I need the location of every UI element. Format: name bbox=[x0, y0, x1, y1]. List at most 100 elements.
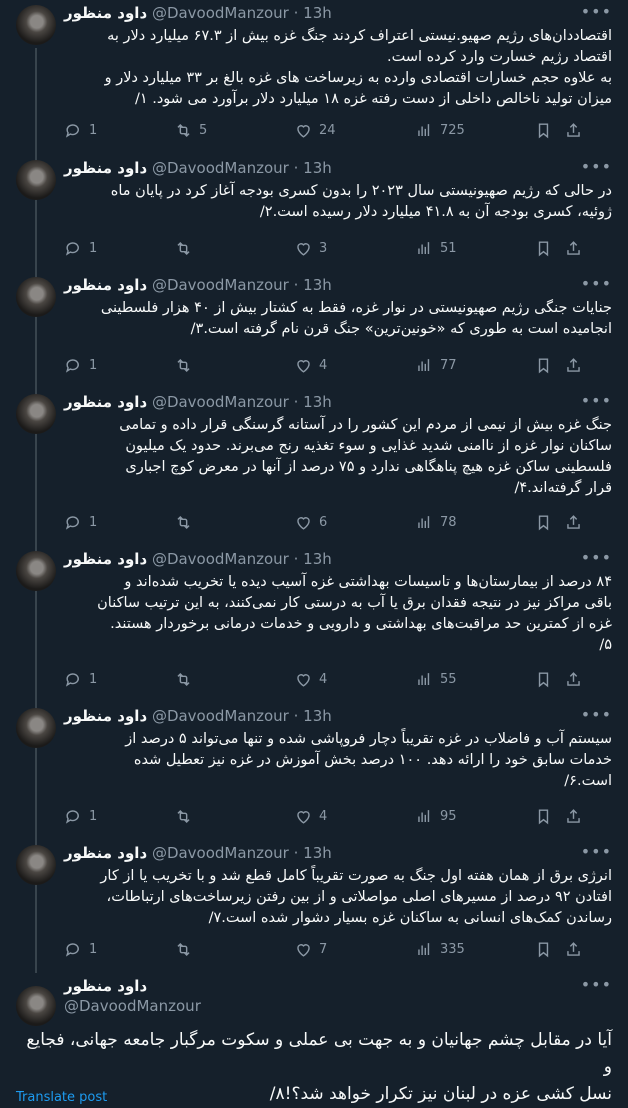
retweet-button[interactable] bbox=[174, 670, 199, 689]
bookmark-button[interactable] bbox=[534, 807, 553, 826]
tweet[interactable]: داود منظور @DavoodManzour · 13h ••• اقتص… bbox=[0, 0, 628, 155]
more-options-icon[interactable]: ••• bbox=[581, 2, 612, 21]
avatar[interactable] bbox=[16, 160, 56, 200]
view-count: 95 bbox=[440, 809, 457, 824]
views-button[interactable]: 77 bbox=[415, 356, 457, 375]
like-count: 4 bbox=[319, 358, 328, 373]
share-button[interactable] bbox=[564, 670, 583, 689]
author-name[interactable]: داود منظور bbox=[64, 159, 147, 177]
timestamp[interactable]: 13h bbox=[303, 276, 332, 294]
timestamp[interactable]: 13h bbox=[303, 159, 332, 177]
tweet[interactable]: داود منظور @DavoodManzour · 13h ••• انرژ… bbox=[0, 840, 628, 973]
avatar[interactable] bbox=[16, 986, 56, 1026]
bookmark-button[interactable] bbox=[534, 940, 553, 959]
timestamp[interactable]: 13h bbox=[303, 707, 332, 725]
like-button[interactable]: 24 bbox=[294, 121, 336, 140]
views-button[interactable]: 335 bbox=[415, 940, 465, 959]
share-button[interactable] bbox=[564, 513, 583, 532]
like-button[interactable]: 3 bbox=[294, 239, 327, 258]
like-button[interactable]: 6 bbox=[294, 513, 327, 532]
author-handle[interactable]: @DavoodManzour bbox=[152, 844, 289, 862]
views-button[interactable]: 95 bbox=[415, 807, 457, 826]
retweet-button[interactable] bbox=[174, 807, 199, 826]
bookmark-button[interactable] bbox=[534, 670, 553, 689]
more-options-icon[interactable]: ••• bbox=[581, 842, 612, 861]
tweet[interactable]: داود منظور @DavoodManzour · 13h ••• در ح… bbox=[0, 155, 628, 272]
author-handle[interactable]: @DavoodManzour bbox=[152, 393, 289, 411]
author-name[interactable]: داود منظور bbox=[64, 977, 201, 995]
author-name[interactable]: داود منظور bbox=[64, 276, 147, 294]
retweet-button[interactable] bbox=[174, 513, 199, 532]
avatar[interactable] bbox=[16, 5, 56, 45]
tweet-text: جنگ غزه بیش از نیمی از مردم این کشور را … bbox=[119, 417, 612, 496]
rt-icon bbox=[177, 942, 190, 957]
rt-icon bbox=[177, 241, 190, 256]
tweet[interactable]: داود منظور @DavoodManzour · 13h ••• جنای… bbox=[0, 272, 628, 389]
share-button[interactable] bbox=[564, 121, 583, 140]
more-options-icon[interactable]: ••• bbox=[581, 975, 612, 994]
timestamp[interactable]: 13h bbox=[303, 393, 332, 411]
avatar[interactable] bbox=[16, 551, 56, 591]
retweet-button[interactable] bbox=[174, 356, 199, 375]
like-icon bbox=[297, 243, 310, 256]
separator-dot: · bbox=[293, 159, 299, 177]
author-handle[interactable]: @DavoodManzour bbox=[152, 276, 289, 294]
final-tweet[interactable]: داود منظور @DavoodManzour ••• آیا در مقا… bbox=[0, 973, 628, 1105]
avatar[interactable] bbox=[16, 394, 56, 434]
avatar[interactable] bbox=[16, 277, 56, 317]
views-button[interactable]: 78 bbox=[415, 513, 457, 532]
share-button[interactable] bbox=[564, 807, 583, 826]
author-handle[interactable]: @DavoodManzour bbox=[152, 159, 289, 177]
views-button[interactable]: 55 bbox=[415, 670, 457, 689]
share-button[interactable] bbox=[564, 940, 583, 959]
timestamp[interactable]: 13h bbox=[303, 4, 332, 22]
tweet[interactable]: داود منظور @DavoodManzour · 13h ••• ۸۴ د… bbox=[0, 546, 628, 703]
like-button[interactable]: 4 bbox=[294, 356, 327, 375]
author-name[interactable]: داود منظور bbox=[64, 707, 147, 725]
reply-button[interactable]: 1 bbox=[64, 356, 97, 375]
avatar[interactable] bbox=[16, 708, 56, 748]
bookmark-button[interactable] bbox=[534, 356, 553, 375]
author-handle[interactable]: @DavoodManzour bbox=[152, 550, 289, 568]
retweet-button[interactable] bbox=[174, 940, 199, 959]
reply-button[interactable]: 1 bbox=[64, 239, 97, 258]
bookmark-button[interactable] bbox=[534, 513, 553, 532]
like-button[interactable]: 7 bbox=[294, 940, 327, 959]
reply-button[interactable]: 1 bbox=[64, 121, 97, 140]
reply-button[interactable]: 1 bbox=[64, 513, 97, 532]
reply-button[interactable]: 1 bbox=[64, 670, 97, 689]
views-button[interactable]: 51 bbox=[415, 239, 457, 258]
author-handle[interactable]: @DavoodManzour bbox=[152, 4, 289, 22]
like-button[interactable]: 4 bbox=[294, 807, 327, 826]
reply-button[interactable]: 1 bbox=[64, 940, 97, 959]
timestamp[interactable]: 13h bbox=[303, 844, 332, 862]
avatar[interactable] bbox=[16, 845, 56, 885]
more-options-icon[interactable]: ••• bbox=[581, 548, 612, 567]
bookmark-button[interactable] bbox=[534, 239, 553, 258]
author-name[interactable]: داود منظور bbox=[64, 393, 147, 411]
more-options-icon[interactable]: ••• bbox=[581, 391, 612, 410]
like-button[interactable]: 4 bbox=[294, 670, 327, 689]
tweet[interactable]: داود منظور @DavoodManzour · 13h ••• سیست… bbox=[0, 703, 628, 840]
retweet-button[interactable]: 5 bbox=[174, 121, 207, 140]
tweet-text: انرژی برق از همان هفته اول جنگ به صورت ت… bbox=[100, 868, 612, 926]
author-name[interactable]: داود منظور bbox=[64, 4, 147, 22]
more-options-icon[interactable]: ••• bbox=[581, 274, 612, 293]
author-handle[interactable]: @DavoodManzour bbox=[64, 997, 201, 1015]
retweet-button[interactable] bbox=[174, 239, 199, 258]
author-name[interactable]: داود منظور bbox=[64, 550, 147, 568]
more-options-icon[interactable]: ••• bbox=[581, 705, 612, 724]
timestamp[interactable]: 13h bbox=[303, 550, 332, 568]
bm-icon bbox=[538, 672, 549, 688]
tweet[interactable]: داود منظور @DavoodManzour · 13h ••• جنگ … bbox=[0, 389, 628, 546]
views-icon bbox=[418, 242, 430, 255]
bookmark-button[interactable] bbox=[534, 121, 553, 140]
author-name[interactable]: داود منظور bbox=[64, 844, 147, 862]
share-button[interactable] bbox=[564, 239, 583, 258]
more-options-icon[interactable]: ••• bbox=[581, 157, 612, 176]
share-button[interactable] bbox=[564, 356, 583, 375]
author-handle[interactable]: @DavoodManzour bbox=[152, 707, 289, 725]
reply-button[interactable]: 1 bbox=[64, 807, 97, 826]
views-button[interactable]: 725 bbox=[415, 121, 465, 140]
separator-dot: · bbox=[293, 393, 299, 411]
